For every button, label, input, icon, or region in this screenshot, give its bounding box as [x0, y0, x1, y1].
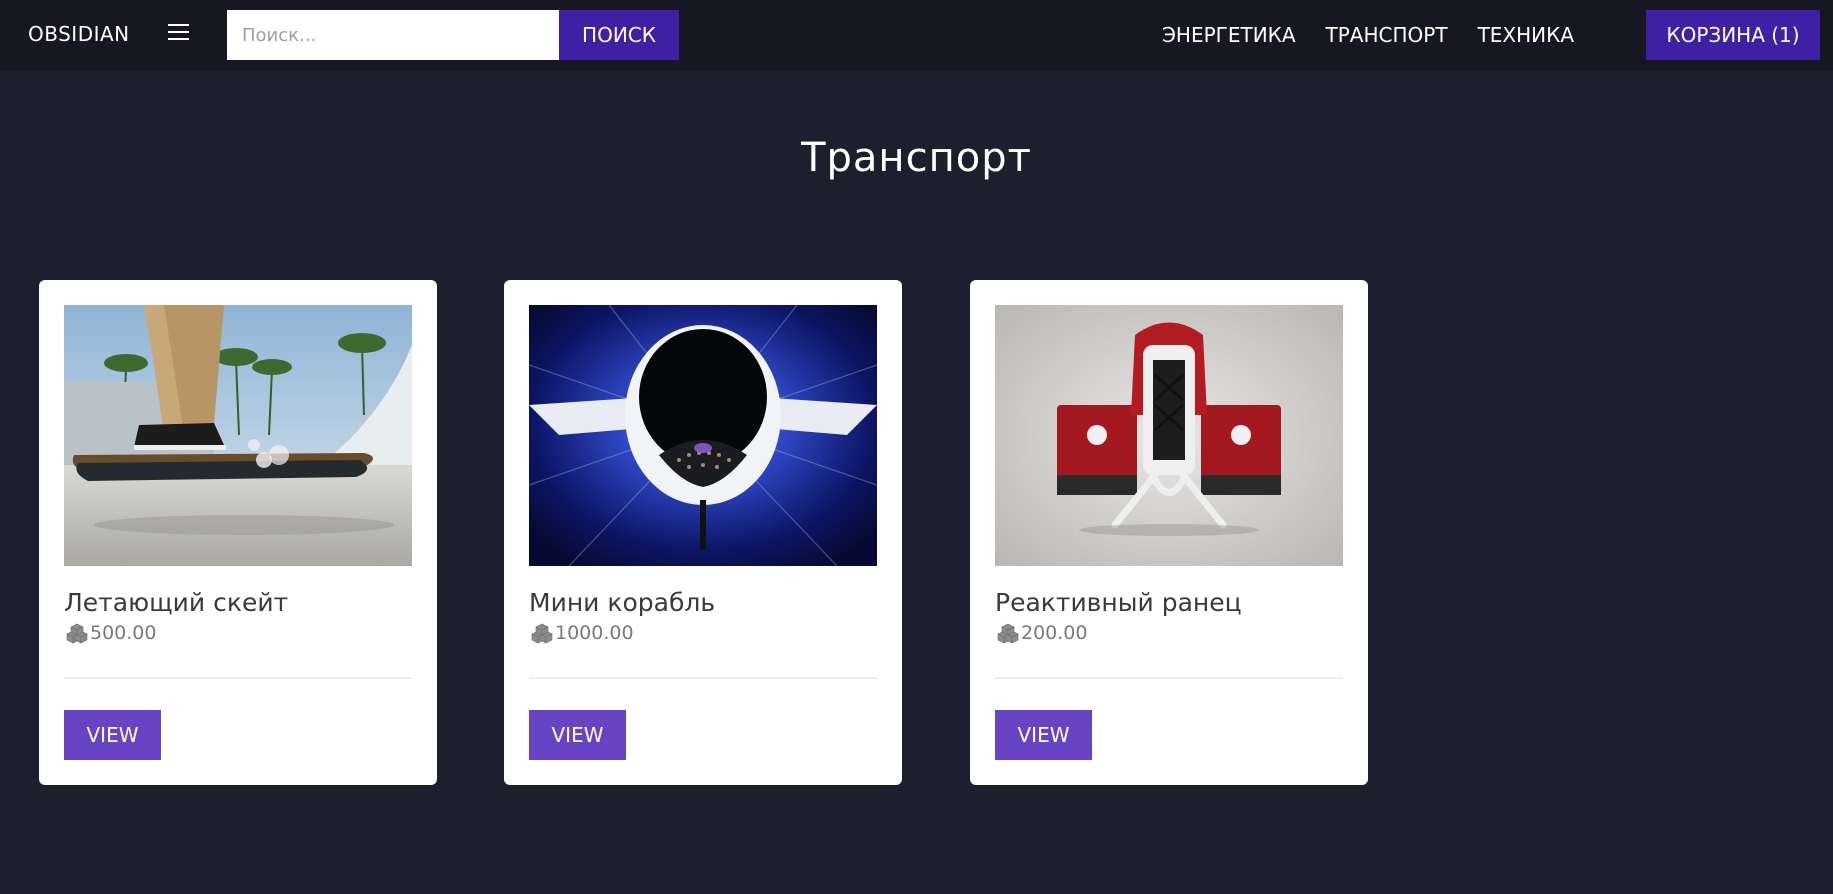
view-button[interactable]: VIEW [529, 710, 626, 760]
page-title: Транспорт [801, 135, 1032, 181]
brand-logo[interactable]: OBSIDIAN [28, 21, 130, 48]
product-name[interactable]: Летающий скейт [64, 587, 288, 619]
coins-icon [997, 623, 1019, 644]
cart-button[interactable]: КОРЗИНА (1) [1646, 10, 1820, 60]
card-divider [995, 677, 1343, 679]
nav-link-tech[interactable]: ТЕХНИКА [1478, 23, 1574, 47]
product-card: Реактивный ранец 200.00 VIEW [970, 280, 1368, 785]
card-divider [64, 677, 412, 679]
product-price: 500.00 [64, 621, 156, 645]
nav-link-energy[interactable]: ЭНЕРГЕТИКА [1162, 23, 1296, 47]
top-navbar: OBSIDIAN ПОИСК ЭНЕРГЕТИКА ТРАНСПОРТ ТЕХН… [0, 0, 1833, 70]
product-price: 1000.00 [529, 621, 634, 645]
hamburger-menu-icon[interactable] [168, 24, 189, 42]
product-name[interactable]: Реактивный ранец [995, 587, 1242, 619]
product-price: 200.00 [995, 621, 1087, 645]
coins-icon [66, 623, 88, 644]
category-nav: ЭНЕРГЕТИКА ТРАНСПОРТ ТЕХНИКА [1162, 23, 1574, 47]
search-button[interactable]: ПОИСК [559, 10, 679, 60]
price-value: 200.00 [1021, 622, 1088, 644]
price-value: 500.00 [90, 622, 157, 644]
price-value: 1000.00 [555, 622, 634, 644]
coins-icon [531, 623, 553, 644]
view-button[interactable]: VIEW [995, 710, 1092, 760]
jetpack-image[interactable] [995, 305, 1343, 566]
product-name[interactable]: Мини корабль [529, 587, 715, 619]
card-divider [529, 677, 877, 679]
hoverboard-image[interactable] [64, 305, 412, 566]
view-button[interactable]: VIEW [64, 710, 161, 760]
product-card: Мини корабль 1000.00 VIEW [504, 280, 902, 785]
mini-ship-image[interactable] [529, 305, 877, 566]
product-card: Летающий скейт 500.00 VIEW [39, 280, 437, 785]
nav-link-transport[interactable]: ТРАНСПОРТ [1326, 23, 1448, 47]
search-input[interactable] [227, 10, 559, 60]
